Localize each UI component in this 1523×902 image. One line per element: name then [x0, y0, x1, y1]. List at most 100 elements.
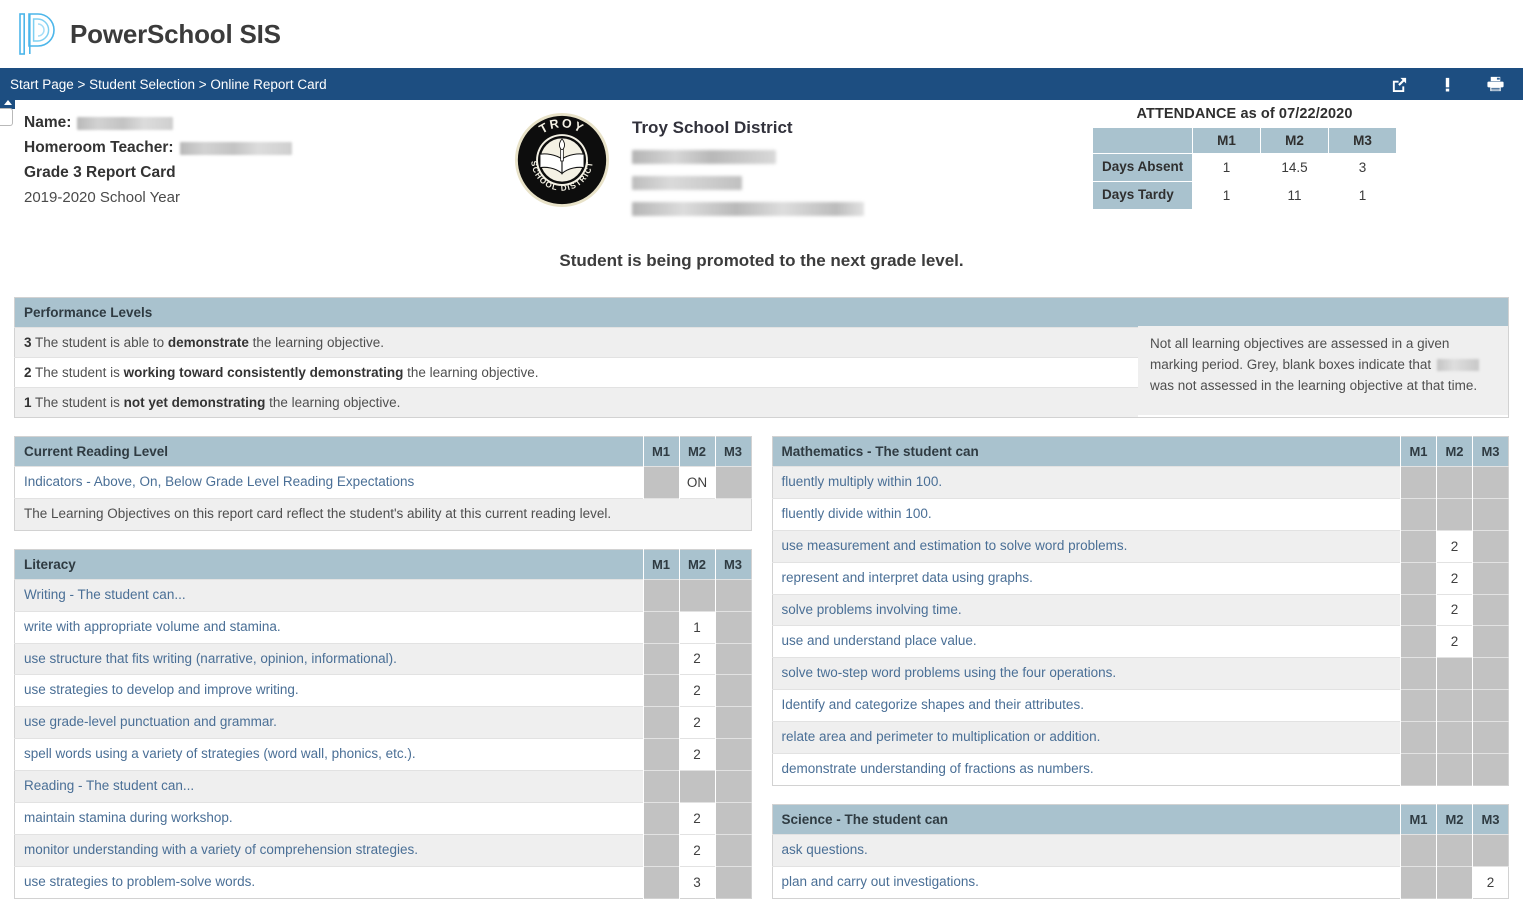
district-address-line-2-redacted [632, 176, 742, 190]
literacy-objective-1[interactable]: write with appropriate volume and stamin… [15, 611, 644, 643]
literacy-mark-4-m3 [715, 707, 751, 739]
table-row: plan and carry out investigations. 2 [772, 866, 1509, 898]
mathematics-mark-6-m1 [1401, 658, 1437, 690]
breadcrumb[interactable]: Start Page > Student Selection > Online … [10, 77, 327, 92]
table-row: Writing - The student can... [15, 579, 752, 611]
literacy-mark-0-m3 [715, 579, 751, 611]
attendance-header-row: M1 M2 M3 [1093, 128, 1397, 154]
table-row: maintain stamina during workshop.2 [15, 802, 752, 834]
literacy-objective-4[interactable]: use grade-level punctuation and grammar. [15, 707, 644, 739]
mathematics-mark-7-m3 [1473, 690, 1509, 722]
attendance-table: M1 M2 M3 Days Absent 1 14.5 3 Days Tardy… [1092, 127, 1397, 210]
assessment-note-box: Not all learning objectives are assessed… [1138, 297, 1509, 418]
reading-indicator-m2: ON [679, 467, 715, 499]
literacy-mark-1-m1 [643, 611, 679, 643]
literacy-objective-7[interactable]: maintain stamina during workshop. [15, 802, 644, 834]
reading-indicator-label[interactable]: Indicators - Above, On, Below Grade Leve… [15, 467, 644, 499]
section-header-row: Mathematics - The student can M1 M2 M3 [772, 437, 1509, 467]
literacy-mark-6-m3 [715, 771, 751, 803]
days-tardy-m1: 1 [1193, 181, 1261, 209]
report-header-row: Name: Homeroom Teacher: Grade 3 Report C… [14, 100, 1509, 235]
assessment-note-header [1138, 298, 1508, 326]
literacy-mark-5-m1 [643, 739, 679, 771]
science-block: Science - The student can M1 M2 M3 ask q… [772, 804, 1510, 899]
table-row: monitor understanding with a variety of … [15, 834, 752, 866]
math-col-m2: M2 [1437, 437, 1473, 467]
table-row: Indicators - Above, On, Below Grade Leve… [15, 467, 752, 499]
attendance-corner-cell [1093, 128, 1193, 154]
mathematics-objective-1[interactable]: fluently divide within 100. [772, 498, 1401, 530]
performance-levels-table: Performance Levels 3 The student is able… [14, 297, 1138, 418]
sidebar-collapse-widget[interactable] [0, 96, 15, 126]
table-row: solve two-step word problems using the f… [772, 658, 1509, 690]
mathematics-mark-3-m1 [1401, 562, 1437, 594]
science-mark-1-m2 [1437, 866, 1473, 898]
table-row: Days Absent 1 14.5 3 [1093, 154, 1397, 182]
mathematics-objective-4[interactable]: solve problems involving time. [772, 594, 1401, 626]
external-link-icon[interactable] [1389, 74, 1409, 94]
literacy-objective-2[interactable]: use structure that fits writing (narrati… [15, 643, 644, 675]
attendance-block: ATTENDANCE as of 07/22/2020 M1 M2 M3 Day… [1092, 106, 1397, 210]
mathematics-objective-7[interactable]: Identify and categorize shapes and their… [772, 690, 1401, 722]
mathematics-objective-0[interactable]: fluently multiply within 100. [772, 467, 1401, 499]
mathematics-objective-8[interactable]: relate area and perimeter to multiplicat… [772, 722, 1401, 754]
mathematics-mark-8-m2 [1437, 722, 1473, 754]
table-row: use strategies to problem-solve words.3 [15, 866, 752, 898]
mathematics-mark-0-m2 [1437, 467, 1473, 499]
performance-levels-left: Performance Levels 3 The student is able… [14, 297, 1138, 418]
literacy-objective-5[interactable]: spell words using a variety of strategie… [15, 739, 644, 771]
mathematics-mark-6-m2 [1437, 658, 1473, 690]
table-row: relate area and perimeter to multiplicat… [772, 722, 1509, 754]
assessment-note-part2: was not assessed in the learning objecti… [1150, 378, 1477, 393]
literacy-mark-2-m2: 2 [679, 643, 715, 675]
mathematics-mark-7-m2 [1437, 690, 1473, 722]
days-absent-m3: 3 [1329, 154, 1397, 182]
mathematics-mark-9-m3 [1473, 753, 1509, 785]
literacy-mark-3-m2: 2 [679, 675, 715, 707]
mathematics-block: Mathematics - The student can M1 M2 M3 f… [772, 436, 1510, 786]
printer-icon[interactable] [1485, 74, 1505, 94]
literacy-mark-1-m2: 1 [679, 611, 715, 643]
science-mark-0-m2 [1437, 834, 1473, 866]
table-row: 3 The student is able to demonstrate the… [15, 328, 1139, 358]
alert-exclamation-icon[interactable] [1437, 74, 1457, 94]
mathematics-objective-9[interactable]: demonstrate understanding of fractions a… [772, 753, 1401, 785]
mathematics-objective-2[interactable]: use measurement and estimation to solve … [772, 530, 1401, 562]
performance-level-1-number: 1 [24, 395, 32, 410]
literacy-objective-3[interactable]: use strategies to develop and improve wr… [15, 675, 644, 707]
reading-level-footnote: The Learning Objectives on this report c… [15, 498, 752, 530]
mathematics-objective-3[interactable]: represent and interpret data using graph… [772, 562, 1401, 594]
mathematics-objective-6[interactable]: solve two-step word problems using the f… [772, 658, 1401, 690]
table-row: ask questions. [772, 834, 1509, 866]
assessment-note-part1: Not all learning objectives are assessed… [1150, 336, 1449, 372]
literacy-mark-1-m3 [715, 611, 751, 643]
days-tardy-label: Days Tardy [1093, 181, 1193, 209]
mathematics-mark-2-m3 [1473, 530, 1509, 562]
science-mark-0-m1 [1401, 834, 1437, 866]
powerschool-p-logo-icon [18, 11, 56, 57]
days-absent-label: Days Absent [1093, 154, 1193, 182]
mathematics-objective-5[interactable]: use and understand place value. [772, 626, 1401, 658]
literacy-objective-8[interactable]: monitor understanding with a variety of … [15, 834, 644, 866]
literacy-objective-9[interactable]: use strategies to problem-solve words. [15, 866, 644, 898]
science-objective-0[interactable]: ask questions. [772, 834, 1401, 866]
literacy-mark-8-m1 [643, 834, 679, 866]
current-reading-level-table: Current Reading Level M1 M2 M3 Indicator… [14, 436, 752, 531]
table-row: 1 The student is not yet demonstrating t… [15, 388, 1139, 418]
section-header-row: Current Reading Level M1 M2 M3 [15, 437, 752, 467]
science-objective-1[interactable]: plan and carry out investigations. [772, 866, 1401, 898]
collapse-handle[interactable] [0, 108, 13, 126]
literacy-mark-4-m1 [643, 707, 679, 739]
right-column: Mathematics - The student can M1 M2 M3 f… [772, 436, 1510, 902]
literacy-mark-0-m1 [643, 579, 679, 611]
science-mark-1-m3: 2 [1473, 866, 1509, 898]
mathematics-table: Mathematics - The student can M1 M2 M3 f… [772, 436, 1510, 786]
literacy-objective-6: Reading - The student can... [15, 771, 644, 803]
days-absent-m2: 14.5 [1261, 154, 1329, 182]
literacy-table: Literacy M1 M2 M3 Writing - The student … [14, 549, 752, 899]
performance-level-3-bold: demonstrate [168, 335, 249, 350]
mathematics-mark-5-m2: 2 [1437, 626, 1473, 658]
table-row: Reading - The student can... [15, 771, 752, 803]
homeroom-teacher-row: Homeroom Teacher: [24, 139, 514, 157]
performance-levels-block: Performance Levels 3 The student is able… [14, 297, 1509, 418]
